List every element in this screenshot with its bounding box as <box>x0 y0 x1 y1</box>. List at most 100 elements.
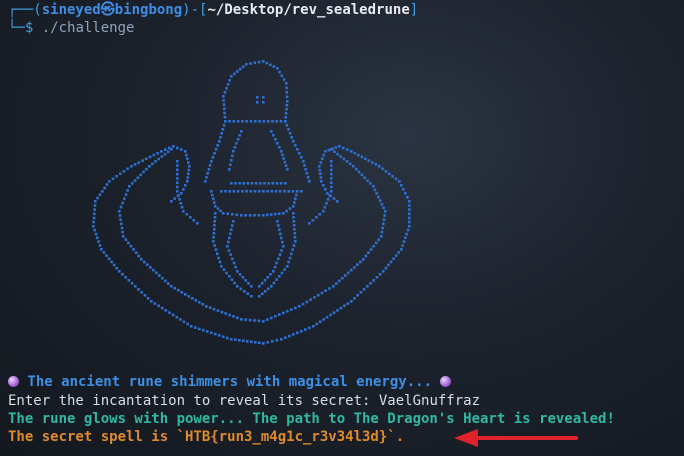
rune-dot <box>259 182 262 185</box>
rune-dot <box>266 213 269 217</box>
rune-dot <box>184 184 187 187</box>
rune-dot <box>176 172 179 176</box>
rune-dot <box>408 200 411 203</box>
rune-dot <box>280 271 284 275</box>
rune-dot <box>184 293 187 296</box>
rune-dot <box>115 175 118 178</box>
rune-dot <box>228 236 231 240</box>
rune-dot <box>222 335 225 338</box>
rune-dot <box>330 160 333 163</box>
rune-dot <box>218 140 221 143</box>
rune-dot <box>253 61 257 65</box>
rune-dot <box>231 213 234 216</box>
rune-dot <box>151 162 154 166</box>
rune-dot <box>211 193 214 197</box>
rune-dot <box>308 222 311 225</box>
rune-dot <box>369 248 373 251</box>
rune-dot <box>240 130 243 133</box>
rune-dot <box>230 182 233 185</box>
rune-dot <box>322 318 325 321</box>
rune-dot <box>157 157 160 161</box>
rune-dot <box>250 295 253 298</box>
rune-dot <box>212 197 215 201</box>
rune-dot <box>334 146 338 149</box>
rune-dot <box>279 120 283 123</box>
rune-dot <box>100 248 103 251</box>
rune-dot <box>127 241 130 245</box>
rune-dot <box>136 176 140 179</box>
rune-dot <box>292 216 295 219</box>
rune-dot <box>242 182 246 185</box>
rune-dot <box>320 180 323 183</box>
rune-dot <box>167 282 170 285</box>
rune-dot <box>93 228 96 232</box>
rune-dot <box>230 159 233 162</box>
rune-dot <box>236 138 240 141</box>
rune-dot <box>280 338 283 341</box>
rune-dot <box>375 276 379 279</box>
rune-dot <box>208 164 212 167</box>
rune-dot <box>333 150 336 153</box>
rune-dot <box>124 193 128 196</box>
rune-dot <box>338 145 341 148</box>
rune-dot <box>238 339 241 342</box>
rune-dot <box>225 271 228 275</box>
rune-dot <box>326 192 329 195</box>
rune-dot <box>325 315 329 319</box>
rune-dot <box>279 182 283 185</box>
rune-dot <box>262 214 265 217</box>
rune-dot <box>261 292 264 296</box>
rune-dot <box>316 293 320 297</box>
rune-dot <box>225 87 228 90</box>
rune-dot <box>291 190 295 193</box>
rune-dot <box>258 120 261 123</box>
rune-dot <box>212 228 216 231</box>
rune-dot <box>277 224 280 227</box>
rune-dot <box>241 276 245 279</box>
rune-dot <box>230 75 233 78</box>
rune-dot <box>213 224 216 227</box>
rune-dot <box>202 328 205 332</box>
rune-dot <box>98 244 102 247</box>
rune-dot <box>176 164 179 167</box>
rune-dot <box>380 235 383 238</box>
rune-dot <box>153 302 157 305</box>
rune-dot <box>394 177 398 181</box>
rune-dot <box>298 152 301 155</box>
rune-dot <box>224 190 227 193</box>
rune-dot <box>271 182 275 185</box>
rune-dot <box>221 128 225 131</box>
rune-dot <box>285 209 288 213</box>
rune-dot <box>397 251 400 254</box>
rune-dot <box>323 206 327 209</box>
rune-dot <box>214 148 218 151</box>
rune-dot <box>168 311 171 314</box>
rune-dot <box>152 153 156 157</box>
rune-dot <box>187 295 191 298</box>
rune-dot <box>267 287 270 291</box>
rune-dot <box>270 130 273 133</box>
rune-dot <box>233 72 236 76</box>
rune-dot <box>166 150 170 153</box>
rune-dot <box>191 297 194 300</box>
rune-dot <box>271 340 274 343</box>
rune-dot <box>190 325 193 328</box>
rune-dot <box>275 339 279 342</box>
rune-dot <box>160 150 163 153</box>
rune-dot <box>309 298 312 301</box>
rune-dot <box>226 212 230 216</box>
rune-dot <box>330 185 333 189</box>
rune-dot <box>293 236 297 239</box>
rune-dot <box>293 228 296 231</box>
rune-dot <box>402 188 405 191</box>
rune-dot <box>134 251 138 254</box>
rune-dot <box>320 291 324 295</box>
rune-dot <box>318 168 322 172</box>
rune-dot <box>373 188 377 192</box>
rune-dot <box>281 240 284 244</box>
rune-dot <box>139 173 142 177</box>
rune-dot <box>353 266 356 269</box>
rune-dot <box>198 327 201 331</box>
rune-dot <box>206 330 209 333</box>
rune-dot <box>374 241 378 245</box>
